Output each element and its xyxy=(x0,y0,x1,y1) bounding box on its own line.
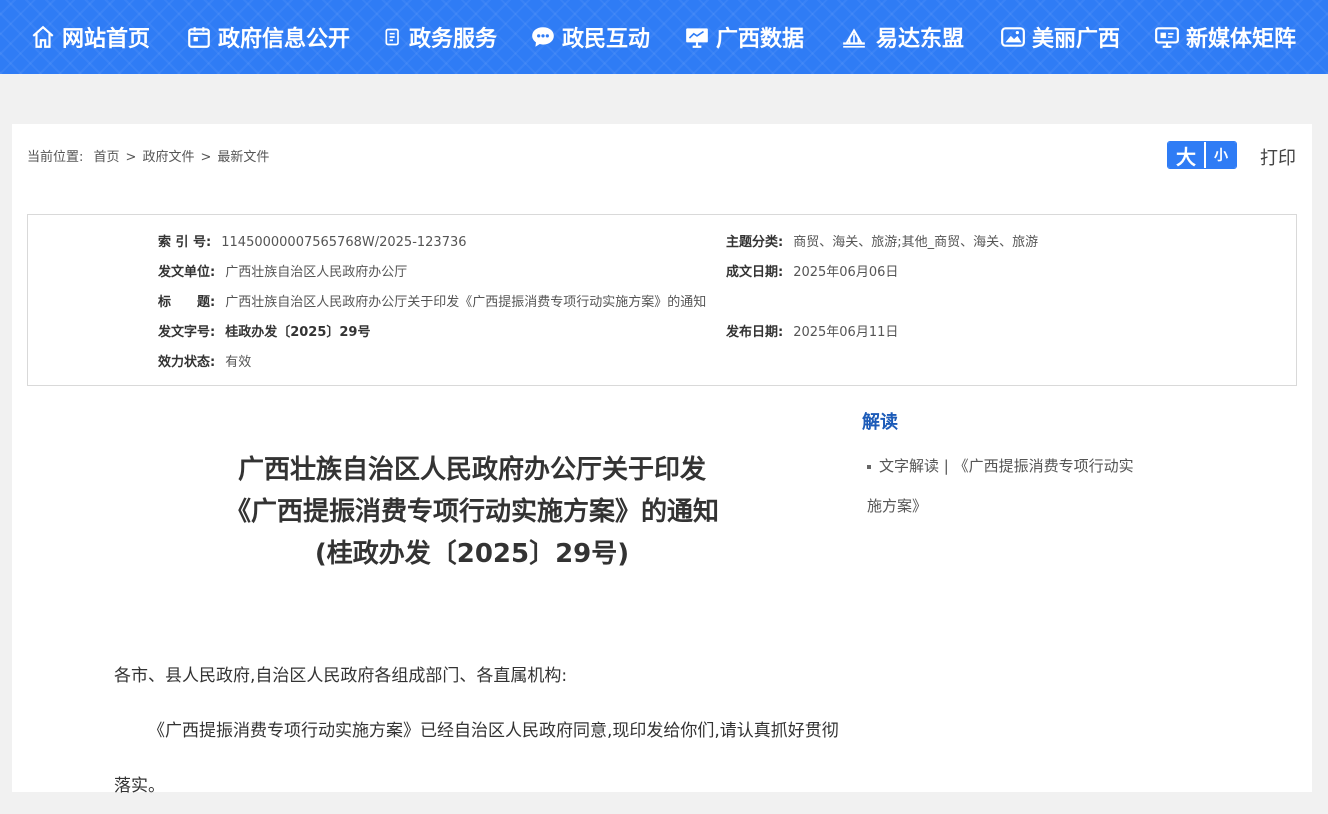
breadcrumb-prefix: 当前位置: xyxy=(27,150,84,165)
document-title: 广西壮族自治区人民政府办公厅关于印发 《广西提振消费专项行动实施方案》的通知 (… xyxy=(172,449,772,575)
document-paragraph: 《广西提振消费专项行动实施方案》已经自治区人民政府同意,现印发给你们,请认真抓好… xyxy=(114,721,839,796)
media-icon xyxy=(1155,27,1179,48)
breadcrumb-separator: > xyxy=(125,150,137,165)
meta-docno-label: 发文字号: xyxy=(158,325,216,340)
content-panel: 当前位置: 首页 > 政府文件 > 最新文件 大 小 打印 索 引 号: 11450000… xyxy=(12,124,1312,796)
meta-status: 效力状态: 有效 xyxy=(158,351,251,370)
nav-item-new-media[interactable]: 新媒体矩阵 xyxy=(1154,0,1296,74)
document-salutation: 各市、县人民政府,自治区人民政府各组成部门、各直属机构: xyxy=(114,666,568,686)
home-icon xyxy=(32,25,54,48)
picture-icon xyxy=(1001,27,1025,47)
nav-item-home[interactable]: 网站首页 xyxy=(30,0,150,74)
breadcrumb-latest-files[interactable]: 最新文件 xyxy=(217,150,269,165)
meta-status-value: 有效 xyxy=(225,355,252,370)
meta-topic: 主题分类: 商贸、海关、旅游;其他_商贸、海关、旅游 xyxy=(726,231,1038,250)
nav-item-label: 广西数据 xyxy=(716,27,805,52)
nav-item-interaction[interactable]: 政民互动 xyxy=(530,0,650,74)
breadcrumb-gov-files[interactable]: 政府文件 xyxy=(142,150,194,165)
font-size-toggle: 大 小 xyxy=(1167,141,1237,169)
meta-docno-value: 桂政办发〔2025〕29号 xyxy=(225,325,371,340)
meta-issuer-label: 发文单位: xyxy=(158,265,216,280)
nav-item-label: 政府信息公开 xyxy=(218,27,351,52)
meta-published-label: 发布日期: xyxy=(726,325,784,340)
meta-docno: 发文字号: 桂政办发〔2025〕29号 xyxy=(158,321,370,340)
font-big-button[interactable]: 大 xyxy=(1168,142,1206,168)
meta-published-value: 2025年06月11日 xyxy=(793,325,899,340)
bridge-icon xyxy=(843,28,865,48)
nav-item-label: 政务服务 xyxy=(409,27,498,52)
nav-item-label: 政民互动 xyxy=(562,27,651,52)
breadcrumb: 当前位置: 首页 > 政府文件 > 最新文件 xyxy=(27,146,269,165)
meta-issuer: 发文单位: 广西壮族自治区人民政府办公厅 xyxy=(158,261,407,280)
nav-item-label: 新媒体矩阵 xyxy=(1186,27,1297,52)
nav-item-guangxi[interactable]: 美丽广西 xyxy=(1000,0,1120,74)
print-button[interactable]: 打印 xyxy=(1260,144,1296,170)
interpretation-heading: 解读 xyxy=(862,412,898,433)
meta-created-value: 2025年06月06日 xyxy=(793,265,899,280)
meta-title: 标 题: 广西壮族自治区人民政府办公厅关于印发《广西提振消费专项行动实施方案》的通… xyxy=(158,291,706,310)
document-icon xyxy=(385,28,399,46)
meta-topic-value: 商贸、海关、旅游;其他_商贸、海关、旅游 xyxy=(793,235,1039,250)
interpretation-list: 文字解读 | 《广西提振消费专项行动实施方案》 xyxy=(867,446,1137,526)
top-navigation: 网站首页 政府信息公开 政务服务 政民互动 广西数据 易达东盟 美丽广西 新媒体… xyxy=(0,0,1328,74)
breadcrumb-separator: > xyxy=(200,150,212,165)
interpretation-link[interactable]: 文字解读 | 《广西提振消费专项行动实施方案》 xyxy=(867,457,1134,515)
breadcrumb-home[interactable]: 首页 xyxy=(94,150,120,165)
bullet-icon xyxy=(867,464,871,469)
document-body: 各市、县人民政府,自治区人民政府各组成部门、各直属机构: 《广西提振消费专项行动… xyxy=(114,649,844,814)
nav-item-gov-info[interactable]: 政府信息公开 xyxy=(186,0,350,74)
nav-item-label: 美丽广西 xyxy=(1032,27,1121,52)
nav-item-data[interactable]: 广西数据 xyxy=(684,0,804,74)
meta-index: 索 引 号: 11450000007565768W/2025-123736 xyxy=(158,231,467,250)
document-title-line: 《广西提振消费专项行动实施方案》的通知 xyxy=(224,497,719,527)
meta-title-label: 标 题: xyxy=(158,295,216,310)
nav-item-services[interactable]: 政务服务 xyxy=(383,0,497,74)
meta-index-value: 11450000007565768W/2025-123736 xyxy=(221,235,467,250)
meta-published: 发布日期: 2025年06月11日 xyxy=(726,321,898,340)
font-small-button[interactable]: 小 xyxy=(1206,142,1236,168)
meta-title-value: 广西壮族自治区人民政府办公厅关于印发《广西提振消费专项行动实施方案》的通知 xyxy=(225,295,707,310)
meta-status-label: 效力状态: xyxy=(158,355,216,370)
meta-created-label: 成文日期: xyxy=(726,265,784,280)
chat-icon xyxy=(532,27,554,47)
nav-item-label: 网站首页 xyxy=(62,27,151,52)
meta-created: 成文日期: 2025年06月06日 xyxy=(726,261,898,280)
document-title-line: 广西壮族自治区人民政府办公厅关于印发 xyxy=(237,455,706,485)
document-metadata: 索 引 号: 11450000007565768W/2025-123736 主题分… xyxy=(27,214,1297,386)
document-number: (桂政办发〔2025〕29号) xyxy=(314,539,630,569)
nav-item-label: 易达东盟 xyxy=(876,27,965,52)
meta-index-label: 索 引 号: xyxy=(158,235,212,250)
meta-topic-label: 主题分类: xyxy=(726,235,784,250)
calendar-icon xyxy=(188,27,210,48)
nav-item-asean[interactable]: 易达东盟 xyxy=(838,0,964,74)
meta-issuer-value: 广西壮族自治区人民政府办公厅 xyxy=(225,265,408,280)
monitor-icon xyxy=(686,28,708,48)
